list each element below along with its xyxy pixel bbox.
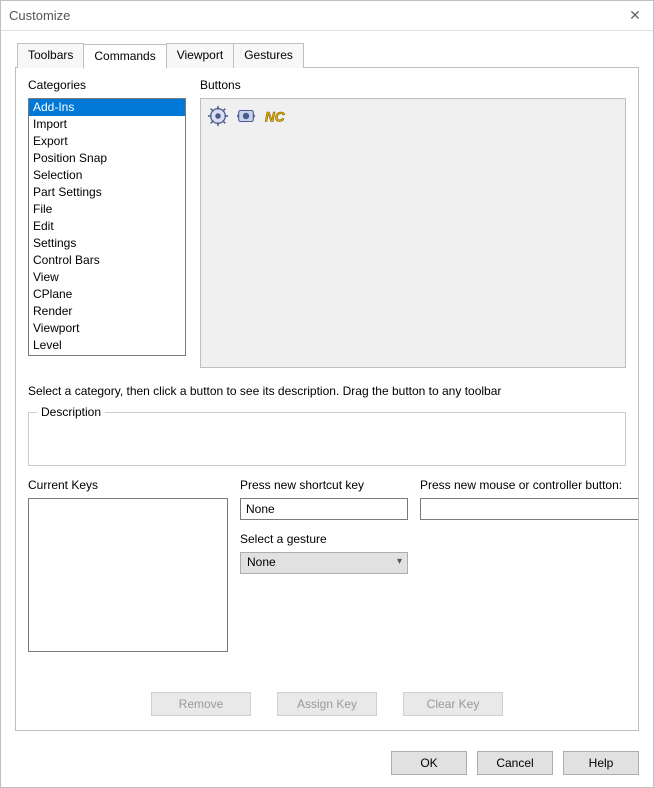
- buttons-box: NC: [200, 98, 626, 368]
- list-item[interactable]: Control Bars: [29, 252, 185, 269]
- current-keys-list[interactable]: [28, 498, 228, 652]
- top-row: Categories Add-Ins Import Export Positio…: [28, 78, 626, 368]
- tab-page-commands: Categories Add-Ins Import Export Positio…: [15, 67, 639, 731]
- list-item[interactable]: File: [29, 201, 185, 218]
- buttons-column: Buttons: [200, 78, 626, 368]
- close-icon[interactable]: ✕: [625, 7, 645, 24]
- list-item[interactable]: Export: [29, 133, 185, 150]
- description-label: Description: [37, 405, 105, 419]
- gesture-select[interactable]: None ▾: [240, 552, 408, 574]
- categories-column: Categories Add-Ins Import Export Positio…: [28, 78, 186, 368]
- list-item[interactable]: Part Settings: [29, 184, 185, 201]
- cancel-button[interactable]: Cancel: [477, 751, 553, 775]
- gear-icon-1[interactable]: [207, 105, 229, 127]
- help-button[interactable]: Help: [563, 751, 639, 775]
- list-item[interactable]: Position Snap: [29, 150, 185, 167]
- tab-commands[interactable]: Commands: [83, 44, 166, 69]
- mouse-input[interactable]: [420, 498, 639, 520]
- tab-gestures[interactable]: Gestures: [233, 43, 304, 68]
- list-item[interactable]: Add-Ins: [29, 99, 185, 116]
- list-item[interactable]: Viewport: [29, 320, 185, 337]
- svg-text:NC: NC: [265, 110, 285, 125]
- remove-button[interactable]: Remove: [151, 692, 251, 716]
- mouse-column: Press new mouse or controller button:: [420, 478, 639, 652]
- gesture-value: None: [247, 555, 276, 569]
- list-item[interactable]: Tools: [29, 354, 185, 356]
- tab-viewport[interactable]: Viewport: [166, 43, 234, 68]
- tab-toolbars[interactable]: Toolbars: [17, 43, 84, 68]
- buttons-label: Buttons: [200, 78, 626, 92]
- shortcut-value: None: [246, 502, 275, 516]
- mouse-label: Press new mouse or controller button:: [420, 478, 639, 492]
- current-keys-label: Current Keys: [28, 478, 228, 492]
- action-button-row: Remove Assign Key Clear Key: [28, 692, 626, 716]
- window-title: Customize: [9, 8, 625, 23]
- ok-button[interactable]: OK: [391, 751, 467, 775]
- list-item[interactable]: Settings: [29, 235, 185, 252]
- list-item[interactable]: Level: [29, 337, 185, 354]
- hint-text: Select a category, then click a button t…: [28, 384, 626, 398]
- customize-dialog: Customize ✕ Toolbars Commands Viewport G…: [0, 0, 654, 788]
- keys-row: Current Keys Press new shortcut key None…: [28, 478, 626, 652]
- list-item[interactable]: Import: [29, 116, 185, 133]
- categories-label: Categories: [28, 78, 186, 92]
- shortcut-label: Press new shortcut key: [240, 478, 408, 492]
- description-groupbox: Description: [28, 412, 626, 466]
- gear-icon-2[interactable]: [235, 105, 257, 127]
- list-item[interactable]: Edit: [29, 218, 185, 235]
- chevron-down-icon: ▾: [397, 556, 402, 567]
- shortcut-input[interactable]: None: [240, 498, 408, 520]
- list-item[interactable]: Selection: [29, 167, 185, 184]
- assign-key-button[interactable]: Assign Key: [277, 692, 377, 716]
- content-area: Toolbars Commands Viewport Gestures Cate…: [1, 31, 653, 741]
- list-item[interactable]: View: [29, 269, 185, 286]
- titlebar: Customize ✕: [1, 1, 653, 31]
- clear-key-button[interactable]: Clear Key: [403, 692, 503, 716]
- categories-listbox[interactable]: Add-Ins Import Export Position Snap Sele…: [28, 98, 186, 356]
- footer-button-row: OK Cancel Help: [1, 741, 653, 787]
- list-item[interactable]: Render: [29, 303, 185, 320]
- shortcut-column: Press new shortcut key None Select a ges…: [240, 478, 408, 652]
- tab-strip: Toolbars Commands Viewport Gestures: [15, 43, 639, 68]
- gesture-label: Select a gesture: [240, 532, 408, 546]
- list-item[interactable]: CPlane: [29, 286, 185, 303]
- current-keys-column: Current Keys: [28, 478, 228, 652]
- nc-icon[interactable]: NC: [263, 105, 285, 127]
